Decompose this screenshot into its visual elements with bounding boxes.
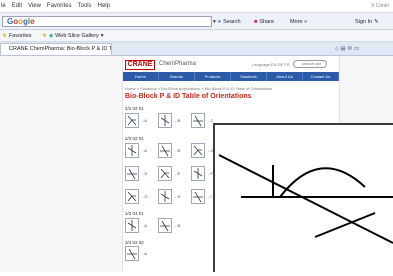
valve-symbol-drawing bbox=[218, 154, 393, 244]
nav-brands[interactable]: Brands bbox=[159, 72, 195, 81]
favorites-label: Favorites bbox=[8, 32, 32, 39]
menu-file[interactable]: le bbox=[1, 3, 6, 9]
menu-edit[interactable]: Edit bbox=[12, 3, 22, 9]
page-title: Bio-Block P & ID Table of Orientations bbox=[125, 93, 252, 100]
menu-bar: le Edit View Favorites Tools Help X Cont… bbox=[0, 0, 393, 13]
orientation-letter: - A bbox=[142, 118, 147, 123]
valve-orientation-thumbnail[interactable] bbox=[191, 113, 205, 128]
section-label: 2/3 02 01 bbox=[125, 136, 144, 141]
nav-home[interactable]: Home bbox=[123, 72, 159, 81]
site-search-input[interactable]: search site bbox=[293, 60, 327, 68]
language-selector[interactable]: Language EN DE FR bbox=[252, 62, 290, 67]
section-label: 2/3 04 01 bbox=[125, 211, 144, 216]
more-button[interactable]: More » bbox=[290, 17, 307, 26]
web-slice-gallery-link[interactable]: ★ ◆ Web Slice Gallery ▾ bbox=[42, 31, 104, 40]
slice-icon: ◆ bbox=[48, 32, 54, 39]
valve-orientation-thumbnail[interactable] bbox=[125, 246, 139, 261]
orientation-letter: - A bbox=[142, 223, 147, 228]
valve-orientation-thumbnail[interactable] bbox=[125, 218, 139, 233]
valve-orientation-thumbnail[interactable] bbox=[125, 113, 139, 128]
valve-orientation-thumbnail[interactable] bbox=[158, 166, 172, 181]
orientation-letter: - E bbox=[175, 171, 181, 176]
site-nav: Home Brands Products Solutions About Us … bbox=[123, 72, 339, 81]
brand-name: ChemPharma bbox=[159, 61, 197, 67]
menu-view[interactable]: View bbox=[28, 3, 41, 9]
search-button[interactable]: ▾ ● Search bbox=[213, 17, 241, 26]
search-icon: ● bbox=[217, 18, 222, 25]
valve-orientation-thumbnail[interactable] bbox=[158, 189, 172, 204]
valve-orientation-thumbnail[interactable] bbox=[191, 166, 205, 181]
valve-orientation-thumbnail[interactable] bbox=[125, 143, 139, 158]
wrench-icon: ✎ bbox=[374, 18, 379, 25]
page-tools-icons[interactable]: ⌂ ▤ ✉ ▭ bbox=[335, 44, 359, 53]
share-button[interactable]: ■ Share bbox=[254, 17, 274, 26]
menu-favorites[interactable]: Favorites bbox=[47, 3, 72, 9]
orientation-letter: - A bbox=[142, 148, 147, 153]
nav-solutions[interactable]: Solutions bbox=[231, 72, 267, 81]
valve-orientation-thumbnail[interactable] bbox=[158, 143, 172, 158]
google-search-box[interactable]: Google bbox=[2, 16, 212, 27]
diagram-overlay bbox=[213, 123, 393, 272]
section-label: 3/4 02 02 bbox=[125, 240, 144, 245]
nav-about[interactable]: About Us bbox=[267, 72, 303, 81]
orientation-letter: - A bbox=[142, 251, 147, 256]
orientation-letter: - D bbox=[142, 171, 148, 176]
section-label: 2/2 02 01 bbox=[125, 106, 144, 111]
menu-help[interactable]: Help bbox=[98, 3, 110, 9]
gallery-label: Web Slice Gallery bbox=[55, 32, 99, 39]
orientation-letter: - I bbox=[208, 194, 212, 199]
orientation-letter: - B bbox=[175, 118, 181, 123]
valve-orientation-thumbnail[interactable] bbox=[158, 113, 172, 128]
valve-orientation-thumbnail[interactable] bbox=[191, 189, 205, 204]
menu-right-hint: X Contri bbox=[370, 3, 389, 9]
orientation-letter: - H bbox=[175, 194, 181, 199]
crane-logo[interactable]: CRANE bbox=[125, 60, 155, 70]
menu-tools[interactable]: Tools bbox=[78, 3, 92, 9]
orientation-letter: - B bbox=[175, 148, 181, 153]
nav-contact[interactable]: Contact Us bbox=[303, 72, 339, 81]
share-label: Share bbox=[259, 18, 275, 25]
google-logo-letter: e bbox=[30, 17, 35, 26]
valve-orientation-thumbnail[interactable] bbox=[125, 189, 139, 204]
orientation-letter: - B bbox=[175, 223, 181, 228]
dropdown-arrow-icon: ▾ bbox=[100, 32, 104, 39]
mail-icon: ✉ bbox=[347, 45, 353, 52]
more-label: More » bbox=[290, 18, 308, 25]
star-icon: ★ bbox=[2, 32, 7, 39]
valve-orientation-thumbnail[interactable] bbox=[125, 166, 139, 181]
home-icon: ⌂ bbox=[335, 45, 339, 52]
breadcrumb[interactable]: Home » Solutions » Bio-Block Application… bbox=[125, 86, 272, 91]
valve-orientation-thumbnail[interactable] bbox=[158, 218, 172, 233]
search-label: Search bbox=[223, 18, 241, 25]
valve-orientation-thumbnail[interactable] bbox=[191, 143, 205, 158]
feeds-icon: ▤ bbox=[340, 45, 346, 52]
tab-crane[interactable]: CRANE ChemPharma: Bio-Block P & ID Table… bbox=[0, 43, 112, 55]
star-add-icon: ★ bbox=[42, 32, 47, 39]
signin-label: Sign In bbox=[355, 18, 373, 25]
dropdown-arrow-icon: ▾ bbox=[213, 18, 216, 25]
print-icon: ▭ bbox=[354, 45, 360, 52]
nav-products[interactable]: Products bbox=[195, 72, 231, 81]
signin-button[interactable]: Sign In ✎ bbox=[355, 17, 379, 26]
share-icon: ■ bbox=[254, 18, 258, 25]
favorites-button[interactable]: ★ Favorites bbox=[2, 31, 32, 40]
orientation-letter: - G bbox=[142, 194, 148, 199]
